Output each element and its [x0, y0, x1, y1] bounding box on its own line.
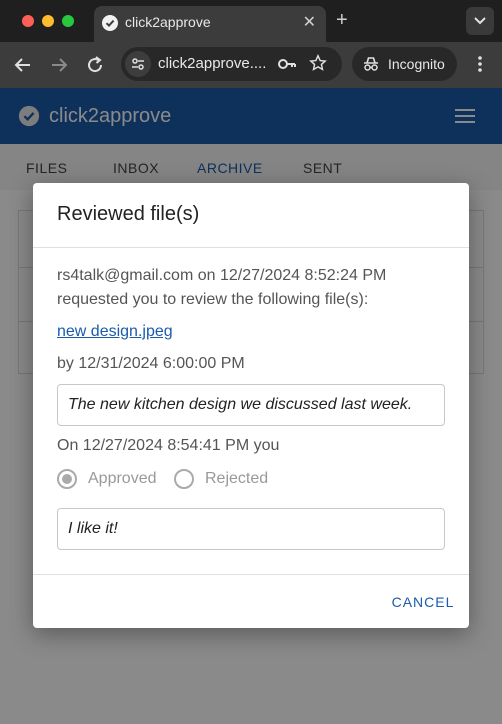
tab-search-button[interactable] — [466, 7, 494, 35]
cancel-button[interactable]: CANCEL — [385, 585, 461, 619]
description-field: The new kitchen design we discussed last… — [57, 384, 445, 426]
divider — [33, 574, 469, 575]
url-text: click2approve.... — [158, 55, 267, 72]
browser-titlebar: click2approve ✕ + — [0, 0, 502, 42]
forward-arrow-icon[interactable] — [47, 53, 71, 77]
file-link[interactable]: new design.jpeg — [57, 323, 173, 341]
address-bar[interactable]: click2approve.... — [121, 47, 342, 81]
reviewed-files-dialog: Reviewed file(s) rs4talk@gmail.com on 12… — [33, 183, 469, 628]
rejected-label: Rejected — [205, 470, 269, 487]
comment-text: I like it! — [68, 520, 118, 537]
window-close-button[interactable] — [22, 15, 34, 27]
new-tab-button[interactable]: + — [336, 9, 348, 32]
incognito-button[interactable]: Incognito — [352, 47, 457, 81]
browser-menu-icon[interactable] — [470, 54, 490, 74]
due-date: by 12/31/2024 6:00:00 PM — [57, 355, 245, 372]
site-info-icon[interactable] — [125, 51, 151, 77]
request-info: rs4talk@gmail.com on 12/27/2024 8:52:24 … — [57, 267, 387, 284]
request-info-continued: requested you to review the following fi… — [57, 291, 369, 308]
dialog-title: Reviewed file(s) — [57, 203, 200, 225]
tab-title: click2approve — [125, 14, 211, 30]
rejected-radio — [174, 469, 194, 489]
password-key-icon[interactable] — [277, 55, 297, 73]
app-favicon-icon — [102, 15, 118, 31]
response-info: On 12/27/2024 8:54:41 PM you — [57, 437, 280, 454]
window-minimize-button[interactable] — [42, 15, 54, 27]
window-maximize-button[interactable] — [62, 15, 74, 27]
divider — [33, 247, 469, 248]
browser-toolbar: click2approve.... Incognito — [0, 42, 502, 88]
approved-label: Approved — [88, 470, 157, 487]
incognito-icon — [364, 57, 378, 71]
browser-tab[interactable]: click2approve ✕ — [94, 6, 326, 42]
incognito-label: Incognito — [388, 56, 445, 72]
back-arrow-icon[interactable] — [11, 53, 35, 77]
reload-icon[interactable] — [83, 53, 107, 77]
description-text: The new kitchen design we discussed last… — [68, 396, 413, 413]
tab-close-icon[interactable]: ✕ — [303, 12, 316, 32]
approved-radio — [57, 469, 77, 489]
bookmark-star-icon[interactable] — [309, 54, 327, 72]
comment-field: I like it! — [57, 508, 445, 550]
